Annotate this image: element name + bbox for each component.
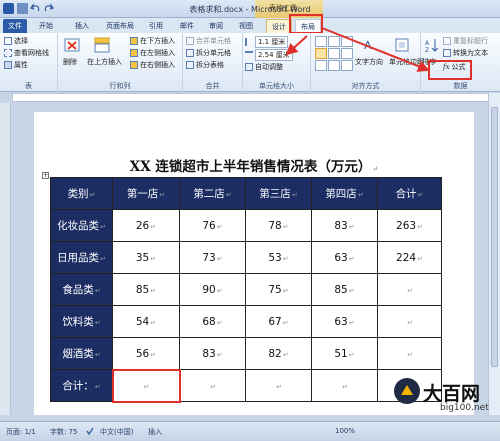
data-cell[interactable]: 67↵ [245, 305, 312, 338]
data-cell[interactable]: ↵ [111, 368, 181, 403]
category-cell[interactable]: 合计：↵ [50, 369, 113, 402]
category-cell[interactable]: 饮料类↵ [50, 305, 113, 338]
vertical-ruler[interactable] [0, 103, 11, 415]
paragraph-mark: ↵ [372, 164, 379, 173]
header-cell[interactable]: 第三店↵ [245, 177, 312, 210]
data-cell[interactable]: 78↵ [245, 209, 312, 242]
header-cell[interactable]: 类别↵ [50, 177, 113, 210]
category-cell[interactable]: 食品类↵ [50, 273, 113, 306]
document-title: XX 连锁超市上半年销售情况表（万元）↵ [129, 159, 379, 175]
data-cell[interactable]: ↵ [377, 273, 442, 306]
table-row: 饮料类↵ 54↵ 68↵ 67↵ 63↵ ↵ [50, 305, 442, 338]
sales-table: 类别↵ 第一店↵ 第二店↵ 第三店↵ 第四店↵ 合计↵ 化妆品类↵ 26↵ 76… [50, 177, 442, 403]
table-row: 化妆品类↵ 26↵ 76↵ 78↵ 83↵ 263↵ [50, 209, 442, 242]
language-indicator[interactable]: 中文(中国) [100, 427, 133, 437]
proofing-icon[interactable] [86, 427, 94, 436]
data-cell[interactable]: 53↵ [245, 241, 312, 274]
table-header-row: 类别↵ 第一店↵ 第二店↵ 第三店↵ 第四店↵ 合计↵ [50, 177, 442, 210]
data-cell[interactable]: ↵ [311, 369, 378, 402]
table-row: 日用品类↵ 35↵ 73↵ 53↵ 63↵ 224↵ [50, 241, 442, 274]
arrow-to-formula [321, 27, 430, 72]
data-cell[interactable]: ↵ [179, 369, 246, 402]
data-cell[interactable]: 76↵ [179, 209, 246, 242]
table-row: 食品类↵ 85↵ 90↵ 75↵ 85↵ ↵ [50, 273, 442, 306]
data-cell[interactable]: 82↵ [245, 337, 312, 370]
data-cell[interactable]: 35↵ [112, 241, 180, 274]
data-cell[interactable]: 73↵ [179, 241, 246, 274]
data-cell[interactable]: ↵ [377, 305, 442, 338]
data-cell[interactable]: 85↵ [112, 273, 180, 306]
data-cell[interactable]: 85↵ [311, 273, 378, 306]
data-cell[interactable]: 63↵ [311, 305, 378, 338]
data-cell[interactable]: 263↵ [377, 209, 442, 242]
data-cell[interactable]: 75↵ [245, 273, 312, 306]
data-cell[interactable]: 83↵ [179, 337, 246, 370]
horizontal-ruler[interactable] [12, 93, 489, 102]
watermark-url: big100.net [440, 403, 489, 413]
data-cell[interactable]: 68↵ [179, 305, 246, 338]
vertical-scrollbar[interactable] [488, 93, 500, 415]
document-area: XX 连锁超市上半年销售情况表（万元）↵ + 类别↵ 第一店↵ 第二店↵ 第三店… [12, 103, 487, 415]
arrow-to-ribbon [285, 35, 308, 56]
watermark-logo-icon [394, 378, 420, 404]
header-cell[interactable]: 合计↵ [377, 177, 442, 210]
watermark: 大百网 big100.net [392, 372, 500, 438]
zoom-level[interactable]: 100% [335, 427, 355, 435]
data-cell[interactable]: ↵ [245, 369, 312, 402]
data-cell[interactable]: 26↵ [112, 209, 180, 242]
data-cell[interactable]: 51↵ [311, 337, 378, 370]
category-cell[interactable]: 烟酒类↵ [50, 337, 113, 370]
insert-mode-indicator[interactable]: 插入 [148, 427, 162, 437]
table-row: 烟酒类↵ 56↵ 83↵ 82↵ 51↵ ↵ [50, 337, 442, 370]
data-cell[interactable]: 63↵ [311, 241, 378, 274]
data-cell[interactable]: 54↵ [112, 305, 180, 338]
watermark-brand: 大百网 [423, 383, 481, 405]
table-move-handle[interactable]: + [42, 172, 49, 179]
scroll-thumb[interactable] [491, 107, 498, 367]
word-count[interactable]: 字数: 75 [50, 427, 78, 437]
data-cell[interactable]: ↵ [377, 337, 442, 370]
header-cell[interactable]: 第四店↵ [311, 177, 378, 210]
document-page[interactable]: XX 连锁超市上半年销售情况表（万元）↵ + 类别↵ 第一店↵ 第二店↵ 第三店… [34, 112, 474, 415]
data-cell[interactable]: 83↵ [311, 209, 378, 242]
page-count[interactable]: 页面: 1/1 [6, 427, 36, 437]
category-cell[interactable]: 化妆品类↵ [50, 209, 113, 242]
header-cell[interactable]: 第一店↵ [112, 177, 180, 210]
data-cell[interactable]: 224↵ [377, 241, 442, 274]
data-cell[interactable]: 90↵ [179, 273, 246, 306]
data-cell[interactable]: 56↵ [112, 337, 180, 370]
category-cell[interactable]: 日用品类↵ [50, 241, 113, 274]
instruction-arrows [285, 27, 430, 72]
header-cell[interactable]: 第二店↵ [179, 177, 246, 210]
total-row: 合计：↵ ↵ ↵ ↵ ↵ ↵ [50, 368, 442, 403]
